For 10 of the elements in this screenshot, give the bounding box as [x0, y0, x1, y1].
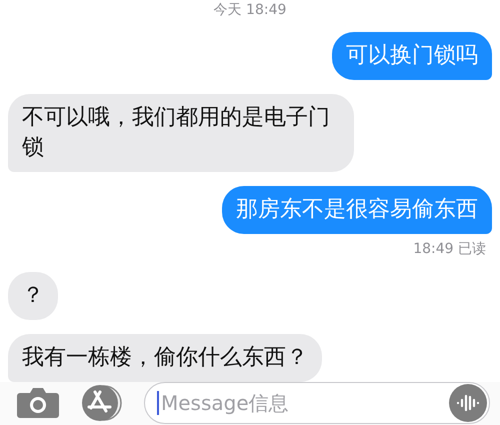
read-receipt: 18:49 已读 — [413, 240, 486, 258]
message-bubble: ？ — [8, 272, 58, 320]
audio-wave-icon[interactable] — [449, 384, 487, 422]
timestamp: 今天 18:49 — [214, 1, 286, 20]
camera-icon[interactable] — [16, 387, 60, 419]
message-bubble: 可以换门锁吗 — [332, 32, 492, 80]
message-bubble: 我有一栋楼，偷你什么东西？ — [8, 334, 322, 382]
message-field[interactable]: Message信息 — [144, 382, 490, 424]
message-bubble: 不可以哦，我们都用的是电子门锁 — [8, 94, 354, 172]
message-bubble: 那房东不是很容易偷东西 — [222, 186, 492, 234]
